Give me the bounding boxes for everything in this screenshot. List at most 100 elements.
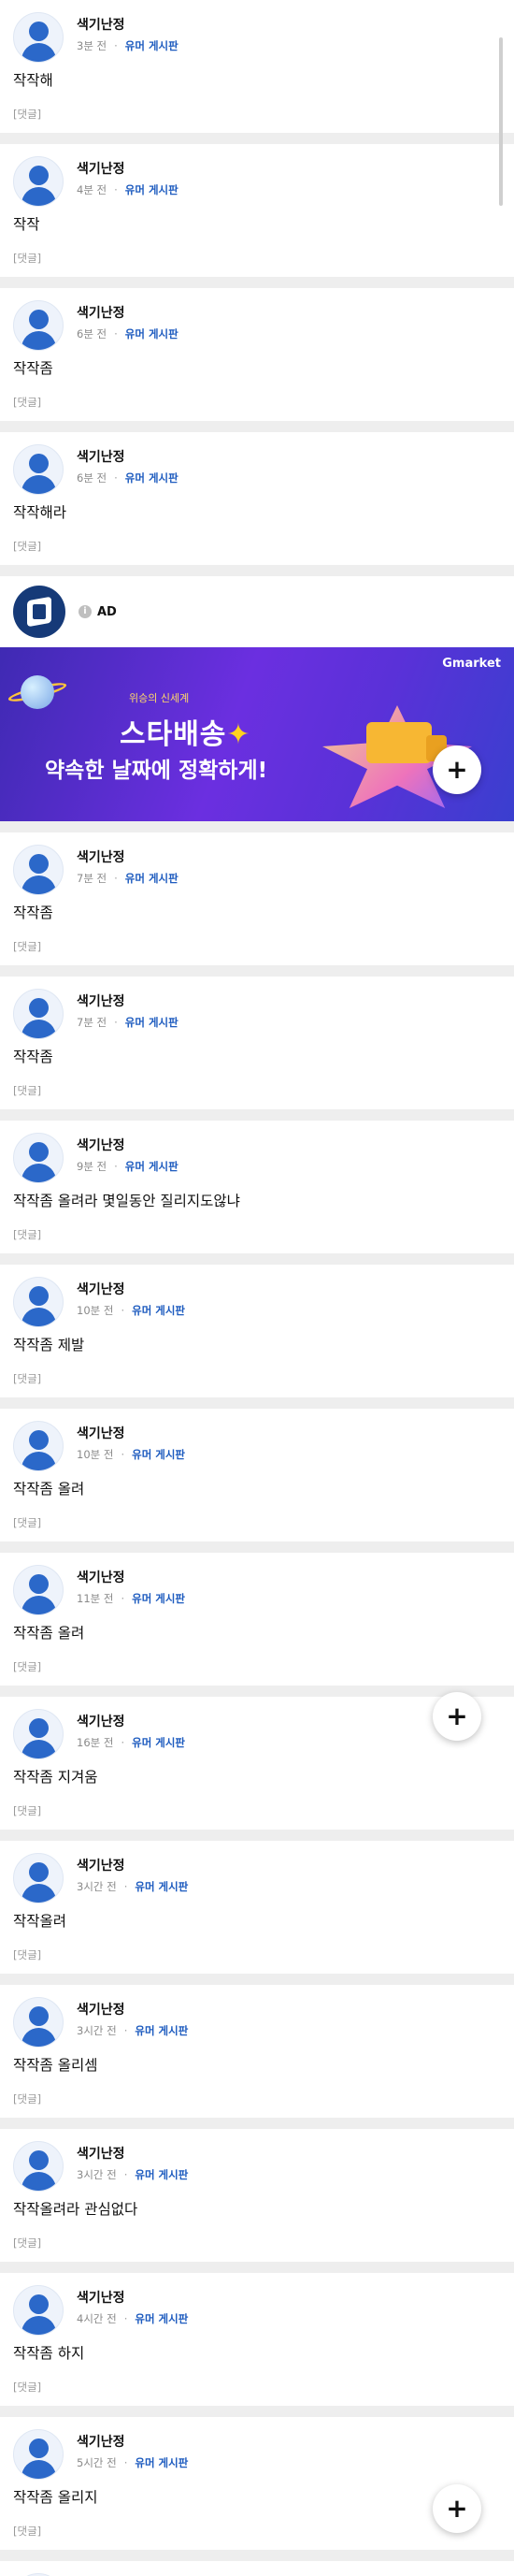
write-button[interactable]: +	[433, 1692, 481, 1741]
board-link[interactable]: 유머 게시판	[132, 1303, 185, 1318]
list-item[interactable]: 색기난정 3시간 전 · 유머 게시판 작작좀 올리셈 [댓글]	[0, 1985, 514, 2129]
list-item[interactable]: 색기난정 9분 전 · 유머 게시판 작작좀 올려라 몇일동안 질리지도않냐 [댓글]	[0, 1121, 514, 1265]
reply-link[interactable]: [댓글]	[13, 251, 501, 268]
list-item[interactable]: 색기난정 10분 전 · 유머 게시판 작작좀 올려 [댓글]	[0, 1409, 514, 1553]
author-name[interactable]: 색기난정	[77, 2432, 188, 2451]
list-item[interactable]: 색기난정 7분 전 · 유머 게시판 작작좀 [댓글]	[0, 832, 514, 977]
board-link[interactable]: 유머 게시판	[125, 182, 178, 197]
post-content[interactable]: 작작올려라 관심없다	[13, 2199, 501, 2220]
user-icon[interactable]	[13, 2429, 64, 2480]
reply-link[interactable]: [댓글]	[13, 1227, 501, 1244]
author-name[interactable]: 색기난정	[77, 991, 178, 1010]
post-content[interactable]: 작작좀 올려	[13, 1479, 501, 1499]
author-name[interactable]: 색기난정	[77, 2144, 188, 2163]
author-name[interactable]: 색기난정	[77, 1280, 185, 1298]
reply-link[interactable]: [댓글]	[13, 939, 501, 956]
user-icon[interactable]	[13, 1277, 64, 1327]
reply-link[interactable]: [댓글]	[13, 2380, 501, 2396]
user-icon[interactable]	[13, 12, 64, 63]
list-item[interactable]: 색기난정 6분 전 · 유머 게시판 작작해라 [댓글]	[0, 432, 514, 576]
author-name[interactable]: 색기난정	[77, 1712, 185, 1730]
post-content[interactable]: 작작좀 올리지	[13, 2487, 501, 2508]
list-item[interactable]: 색기난정 11분 전 · 유머 게시판 작작좀 올려 [댓글]	[0, 1553, 514, 1697]
author-name[interactable]: 색기난정	[77, 2288, 188, 2307]
reply-link[interactable]: [댓글]	[13, 1803, 501, 1820]
board-link[interactable]: 유머 게시판	[135, 2455, 188, 2470]
author-name[interactable]: 색기난정	[77, 447, 178, 466]
reply-link[interactable]: [댓글]	[13, 1371, 501, 1388]
user-icon[interactable]	[13, 989, 64, 1039]
board-link[interactable]: 유머 게시판	[135, 2311, 188, 2326]
write-button[interactable]: +	[433, 2484, 481, 2533]
board-link[interactable]: 유머 게시판	[125, 1159, 178, 1174]
post-content[interactable]: 작작좀	[13, 1047, 501, 1067]
list-item[interactable]: 색기난정 5시간 전 · 유머 게시판 작작좀 올리지 [댓글]	[0, 2417, 514, 2561]
author-name[interactable]: 색기난정	[77, 1856, 188, 1874]
write-button[interactable]: +	[433, 745, 481, 794]
post-content[interactable]: 작작좀 지겨움	[13, 1767, 501, 1787]
post-content[interactable]: 작작좀 올리셈	[13, 2055, 501, 2076]
author-name[interactable]: 색기난정	[77, 15, 178, 34]
reply-link[interactable]: [댓글]	[13, 1659, 501, 1676]
post-content[interactable]: 작작	[13, 214, 501, 235]
user-icon[interactable]	[13, 1421, 64, 1471]
author-name[interactable]: 색기난정	[77, 1568, 185, 1586]
author-name[interactable]: 색기난정	[77, 303, 178, 322]
post-content[interactable]: 작작좀 올려	[13, 1623, 501, 1643]
user-icon[interactable]	[13, 845, 64, 895]
info-icon[interactable]: i	[79, 605, 92, 618]
board-link[interactable]: 유머 게시판	[132, 1447, 185, 1462]
board-link[interactable]: 유머 게시판	[125, 470, 178, 485]
user-icon[interactable]	[13, 300, 64, 351]
user-icon[interactable]	[13, 2141, 64, 2192]
post-content[interactable]: 작작해	[13, 70, 501, 91]
list-item[interactable]: 색기난정2025.07.01·유머 게시판작작좀올려라 듣보잡유튜버좀 베스트에…	[0, 2561, 514, 2576]
user-icon[interactable]	[13, 1565, 64, 1615]
user-icon[interactable]	[13, 2285, 64, 2336]
board-link[interactable]: 유머 게시판	[135, 1879, 188, 1894]
reply-link[interactable]: [댓글]	[13, 1947, 501, 1964]
post-content[interactable]: 작작좀 제발	[13, 1335, 501, 1355]
board-link[interactable]: 유머 게시판	[135, 2023, 188, 2038]
reply-link[interactable]: [댓글]	[13, 1515, 501, 1532]
post-content[interactable]: 작작해라	[13, 502, 501, 523]
author-name[interactable]: 색기난정	[77, 2000, 188, 2019]
list-item[interactable]: 색기난정 4분 전 · 유머 게시판 작작 [댓글]	[0, 144, 514, 288]
user-icon[interactable]	[13, 1997, 64, 2048]
post-content[interactable]: 작작좀 올려라 몇일동안 질리지도않냐	[13, 1191, 501, 1211]
ad-banner[interactable]: Gmarket 위승의 신세계 스타배송✦ 약속한 날짜에 정확하게!	[0, 647, 514, 821]
reply-link[interactable]: [댓글]	[13, 1083, 501, 1100]
board-link[interactable]: 유머 게시판	[125, 38, 178, 53]
reply-link[interactable]: [댓글]	[13, 107, 501, 123]
reply-link[interactable]: [댓글]	[13, 2524, 501, 2540]
board-link[interactable]: 유머 게시판	[125, 326, 178, 341]
author-name[interactable]: 색기난정	[77, 1424, 185, 1442]
board-link[interactable]: 유머 게시판	[135, 2167, 188, 2182]
ad-block[interactable]: i AD Gmarket 위승의 신세계 스타배송✦ 약속한 날짜에 정확하게!	[0, 576, 514, 832]
user-icon[interactable]	[13, 1133, 64, 1183]
list-item[interactable]: 색기난정 3시간 전 · 유머 게시판 작작올려 [댓글]	[0, 1841, 514, 1985]
list-item[interactable]: 색기난정 4시간 전 · 유머 게시판 작작좀 하지 [댓글]	[0, 2273, 514, 2417]
list-item[interactable]: 색기난정 10분 전 · 유머 게시판 작작좀 제발 [댓글]	[0, 1265, 514, 1409]
post-content[interactable]: 작작좀	[13, 358, 501, 379]
board-link[interactable]: 유머 게시판	[132, 1735, 185, 1750]
board-link[interactable]: 유머 게시판	[132, 1591, 185, 1606]
board-link[interactable]: 유머 게시판	[125, 871, 178, 886]
list-item[interactable]: 색기난정 3시간 전 · 유머 게시판 작작올려라 관심없다 [댓글]	[0, 2129, 514, 2273]
reply-link[interactable]: [댓글]	[13, 395, 501, 412]
user-icon[interactable]	[13, 1709, 64, 1759]
user-icon[interactable]	[13, 444, 64, 495]
reply-link[interactable]: [댓글]	[13, 2236, 501, 2252]
post-content[interactable]: 작작좀 하지	[13, 2343, 501, 2364]
author-name[interactable]: 색기난정	[77, 847, 178, 866]
reply-link[interactable]: [댓글]	[13, 2091, 501, 2108]
scrollbar[interactable]	[499, 37, 503, 206]
post-content[interactable]: 작작좀	[13, 903, 501, 923]
reply-link[interactable]: [댓글]	[13, 539, 501, 556]
author-name[interactable]: 색기난정	[77, 1136, 178, 1154]
author-name[interactable]: 색기난정	[77, 159, 178, 178]
board-link[interactable]: 유머 게시판	[125, 1015, 178, 1030]
list-item[interactable]: 색기난정 6분 전 · 유머 게시판 작작좀 [댓글]	[0, 288, 514, 432]
list-item[interactable]: 색기난정 7분 전 · 유머 게시판 작작좀 [댓글]	[0, 977, 514, 1121]
post-content[interactable]: 작작올려	[13, 1911, 501, 1932]
